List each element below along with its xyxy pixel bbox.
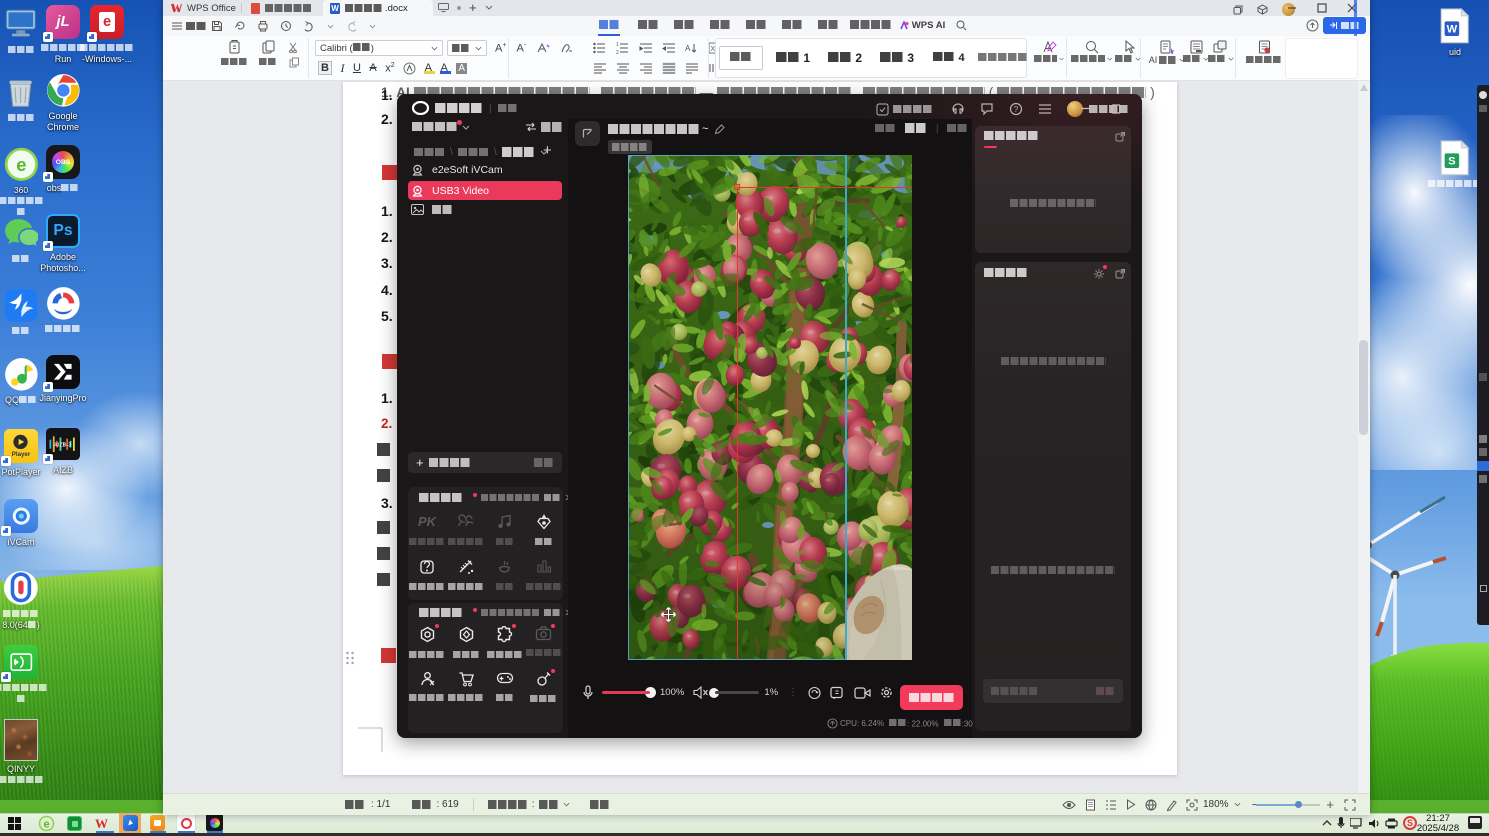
svg-text:W: W — [1447, 24, 1458, 36]
svg-text:1: 1 — [616, 42, 619, 48]
svg-text:2: 2 — [616, 50, 619, 54]
svg-text:?: ? — [1014, 105, 1019, 114]
svg-text:e: e — [43, 819, 49, 831]
svg-text:AIZB-3: AIZB-3 — [54, 442, 71, 448]
svg-text:PK: PK — [418, 514, 437, 529]
svg-text:e: e — [16, 154, 26, 175]
svg-text:S: S — [1448, 156, 1456, 168]
svg-text:A: A — [685, 44, 691, 53]
